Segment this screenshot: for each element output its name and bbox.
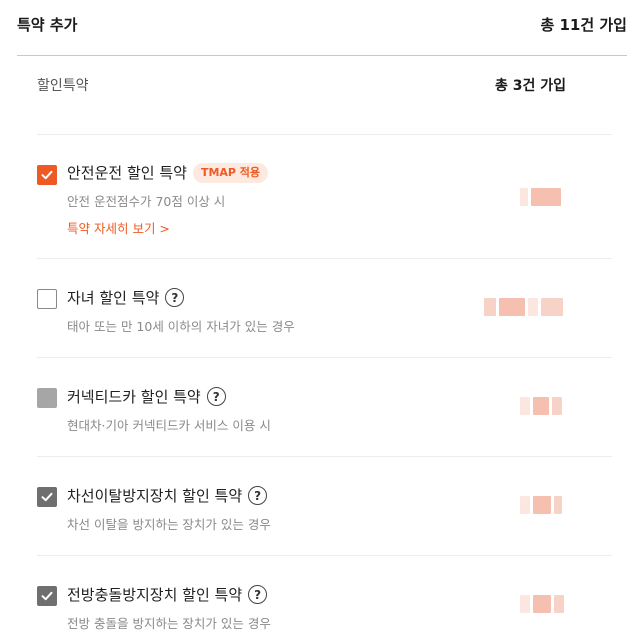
details-link[interactable]: 특약 자세히 보기 > [67, 218, 170, 237]
discount-label: 할인특약 [37, 78, 89, 94]
list-item-safe-driving: 안전운전 할인 특약 TMAP 적용 안전 운전점수가 70점 이상 시 특약 … [37, 134, 612, 258]
item-name: 커넥티드카 할인 특약 [67, 388, 201, 406]
item-description: 안전 운전점수가 70점 이상 시 [67, 194, 226, 209]
forward-collision-checkbox[interactable] [37, 586, 57, 606]
price-redacted [520, 496, 562, 514]
total-count: 총 11건 가입 [540, 16, 627, 34]
child-checkbox[interactable] [37, 289, 57, 309]
list-item-child: 자녀 할인 특약 ? 태아 또는 만 10세 이하의 자녀가 있는 경우 [37, 258, 612, 357]
list-item-lane-departure: 차선이탈방지장치 할인 특약 ? 차선 이탈을 방지하는 장치가 있는 경우 [37, 456, 612, 555]
safe-driving-checkbox[interactable] [37, 165, 57, 185]
question-circle-icon[interactable]: ? [165, 288, 185, 307]
discount-count: 총 3건 가입 [494, 78, 566, 94]
price-redacted [520, 595, 564, 613]
item-name: 차선이탈방지장치 할인 특약 [67, 487, 243, 505]
price-redacted [484, 298, 563, 316]
check-icon [41, 170, 53, 180]
item-description: 차선 이탈을 방지하는 장치가 있는 경우 [67, 517, 271, 532]
tmap-badge: TMAP 적용 [192, 162, 269, 183]
price-redacted [520, 397, 562, 415]
item-description: 전방 충돌을 방지하는 장치가 있는 경우 [67, 616, 271, 631]
item-name: 안전운전 할인 특약 [67, 164, 187, 182]
check-icon [41, 591, 53, 601]
section-header: 특약 추가 총 11건 가입 [17, 0, 627, 56]
list-item-connected-car: 커넥티드카 할인 특약 ? 현대차·기아 커넥티드카 서비스 이용 시 [37, 357, 612, 456]
question-circle-icon[interactable]: ? [206, 387, 226, 406]
question-circle-icon[interactable]: ? [248, 585, 268, 604]
item-name: 전방충돌방지장치 할인 특약 [67, 586, 243, 604]
list-item-forward-collision: 전방충돌방지장치 할인 특약 ? 전방 충돌을 방지하는 장치가 있는 경우 [37, 555, 612, 644]
check-icon [41, 492, 53, 502]
connected-car-checkbox[interactable] [37, 388, 57, 408]
question-circle-icon[interactable]: ? [248, 486, 268, 505]
lane-departure-checkbox[interactable] [37, 487, 57, 507]
item-description: 현대차·기아 커넥티드카 서비스 이용 시 [67, 418, 271, 433]
price-redacted [520, 188, 561, 206]
section-title: 특약 추가 [17, 16, 78, 34]
item-description: 태아 또는 만 10세 이하의 자녀가 있는 경우 [67, 319, 295, 334]
item-name: 자녀 할인 특약 [67, 289, 160, 307]
